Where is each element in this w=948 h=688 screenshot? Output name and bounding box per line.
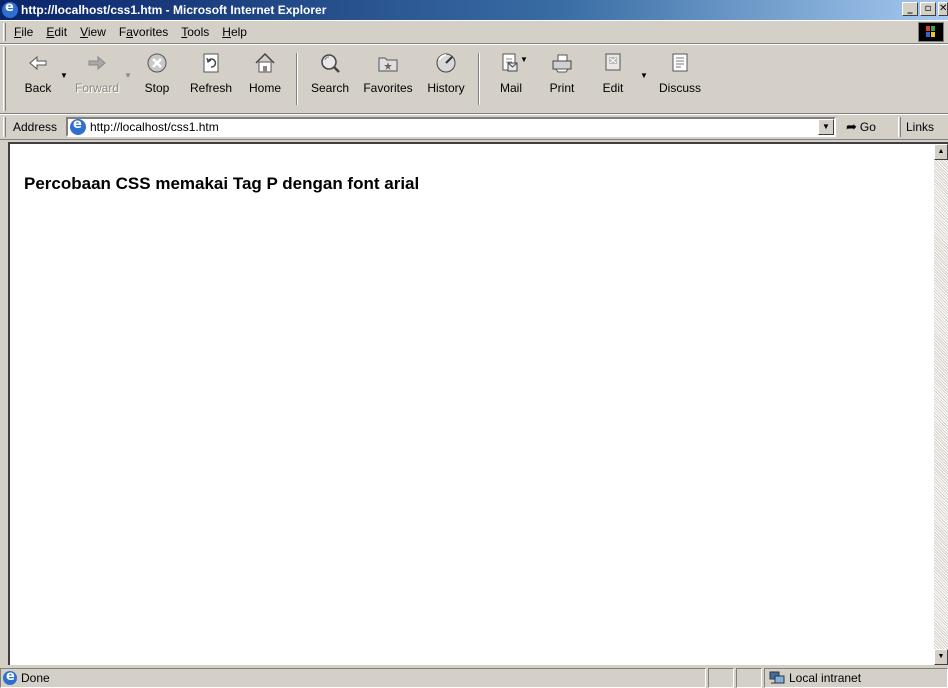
back-button[interactable]: Back ▼ xyxy=(14,49,68,111)
menu-file-rest: ile xyxy=(21,25,34,39)
toolbar-grip[interactable] xyxy=(3,47,6,111)
page-icon xyxy=(70,117,86,135)
status-pane xyxy=(708,668,734,688)
back-arrow-icon xyxy=(26,51,50,75)
history-button[interactable]: History xyxy=(420,49,472,111)
menu-favorites-accel: a xyxy=(126,25,133,39)
close-button[interactable]: ✕ xyxy=(938,2,948,16)
stop-label: Stop xyxy=(144,81,170,95)
standard-toolbar: Back ▼ Forward ▼ Stop Refresh Home Searc… xyxy=(0,44,948,114)
home-button[interactable]: Home xyxy=(240,49,290,111)
go-button[interactable]: ➦ Go xyxy=(846,119,876,135)
menu-bar-grip[interactable] xyxy=(3,23,6,41)
toolbar-buttons: Back ▼ Forward ▼ Stop Refresh Home Searc… xyxy=(14,49,710,111)
vertical-scrollbar[interactable]: ▲ ▼ xyxy=(934,144,948,665)
history-label: History xyxy=(427,81,465,95)
print-label: Print xyxy=(549,81,575,95)
status-bar: Done Local intranet xyxy=(0,666,948,688)
menu-view-rest: iew xyxy=(87,25,106,39)
search-button[interactable]: Search xyxy=(304,49,356,111)
forward-dropdown-icon[interactable]: ▼ xyxy=(124,71,132,80)
page-heading: Percobaan CSS memakai Tag P dengan font … xyxy=(24,174,420,193)
menu-favorites-rest: vorites xyxy=(132,25,169,39)
mail-label: Mail xyxy=(499,81,522,95)
menu-view[interactable]: View xyxy=(80,25,106,39)
home-icon xyxy=(253,51,277,75)
menu-items: File Edit View Favorites Tools Help xyxy=(14,25,260,39)
printer-icon xyxy=(550,51,574,75)
maximize-button[interactable]: ▫ xyxy=(920,2,936,16)
menu-edit[interactable]: Edit xyxy=(46,25,67,39)
refresh-button[interactable]: Refresh xyxy=(182,49,240,111)
links-button[interactable]: Links xyxy=(906,120,934,134)
mail-dropdown-icon[interactable]: ▼ xyxy=(520,55,528,64)
scroll-up-icon[interactable]: ▲ xyxy=(934,144,948,160)
stop-icon xyxy=(145,51,169,75)
go-arrow-icon: ➦ xyxy=(846,119,857,134)
edit-page-icon xyxy=(601,51,625,75)
windows-logo-icon xyxy=(918,22,944,42)
status-text: Done xyxy=(21,671,50,685)
window-controls: _ ▫ ✕ xyxy=(900,2,948,16)
address-input[interactable]: http://localhost/css1.htm ▼ xyxy=(66,117,836,137)
back-label: Back xyxy=(24,81,52,95)
menu-view-accel: V xyxy=(80,25,88,39)
page-content: Percobaan CSS memakai Tag P dengan font … xyxy=(8,142,948,665)
mail-button[interactable]: Mail ▼ xyxy=(486,49,536,111)
menu-help-accel: H xyxy=(222,25,231,39)
ie-logo-icon xyxy=(2,0,18,18)
menu-edit-rest: dit xyxy=(54,25,68,39)
print-button[interactable]: Print xyxy=(536,49,588,111)
favorites-folder-icon xyxy=(376,51,400,75)
menu-tools[interactable]: Tools xyxy=(181,25,209,39)
menu-bar: File Edit View Favorites Tools Help xyxy=(0,20,948,44)
refresh-label: Refresh xyxy=(189,81,233,95)
toolbar-separator xyxy=(296,53,298,105)
go-label: Go xyxy=(859,120,876,134)
security-zone: Local intranet xyxy=(764,668,948,688)
search-icon xyxy=(318,51,342,75)
favorites-label: Favorites xyxy=(363,81,413,95)
refresh-icon xyxy=(199,51,223,75)
address-dropdown-icon[interactable]: ▼ xyxy=(818,119,834,135)
address-bar-grip[interactable] xyxy=(3,117,6,137)
menu-help-rest: elp xyxy=(230,25,247,39)
zone-text: Local intranet xyxy=(789,671,862,685)
minimize-button[interactable]: _ xyxy=(902,2,918,16)
address-label: Address xyxy=(13,120,58,134)
discuss-label: Discuss xyxy=(658,81,701,95)
status-main: Done xyxy=(0,668,706,688)
address-bar: Address http://localhost/css1.htm ▼ ➦ Go… xyxy=(0,114,948,140)
stop-button[interactable]: Stop xyxy=(132,49,182,111)
discuss-button[interactable]: Discuss xyxy=(650,49,710,111)
menu-favorites[interactable]: Favorites xyxy=(119,25,168,39)
discuss-icon xyxy=(668,51,692,75)
page-done-icon xyxy=(3,669,17,685)
forward-arrow-icon xyxy=(85,51,109,75)
menu-help[interactable]: Help xyxy=(222,25,247,39)
toolbar-separator xyxy=(478,53,480,105)
forward-button[interactable]: Forward ▼ xyxy=(62,49,132,111)
history-icon xyxy=(434,51,458,75)
edit-label: Edit xyxy=(602,81,624,95)
address-url[interactable]: http://localhost/css1.htm xyxy=(90,120,219,134)
title-bar: http://localhost/css1.htm - Microsoft In… xyxy=(0,0,948,20)
intranet-icon xyxy=(769,671,785,685)
forward-label: Forward xyxy=(74,81,119,95)
links-separator xyxy=(898,117,901,137)
home-label: Home xyxy=(248,81,281,95)
edit-button[interactable]: Edit ▼ xyxy=(588,49,648,111)
scroll-down-icon[interactable]: ▼ xyxy=(934,649,948,665)
menu-tools-rest: ools xyxy=(187,25,210,39)
menu-file[interactable]: File xyxy=(14,25,33,39)
status-pane xyxy=(736,668,762,688)
search-label: Search xyxy=(310,81,350,95)
favorites-button[interactable]: Favorites xyxy=(356,49,420,111)
window-title: http://localhost/css1.htm - Microsoft In… xyxy=(21,3,327,17)
edit-dropdown-icon[interactable]: ▼ xyxy=(640,71,648,80)
